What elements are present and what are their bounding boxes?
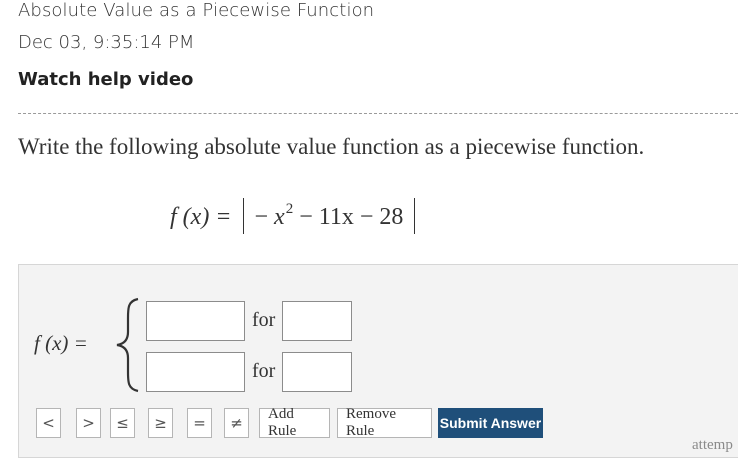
abs-x: x — [274, 204, 285, 230]
page-title: Absolute Value as a Piecewise Function — [18, 0, 375, 21]
abs-rest: − 11x − 28 — [299, 204, 404, 230]
abs-minus: − — [254, 204, 269, 230]
piece-1-condition-input[interactable] — [282, 301, 352, 341]
remove-rule-button[interactable]: Remove Rule — [337, 406, 432, 439]
function-display: f (x) = − x2 − 11x − 28 — [170, 198, 420, 234]
piece-1-expression-input[interactable] — [146, 301, 245, 341]
piece-2-for-label: for — [252, 360, 276, 382]
timestamp: Dec 03, 9:35:14 PM — [18, 32, 195, 53]
attempt-text: attemp — [692, 437, 733, 453]
piece-2-expression-input[interactable] — [146, 352, 245, 392]
answer-lhs-text: f (x) = — [34, 331, 88, 355]
abs-bar-right — [414, 198, 416, 234]
less-equal-button[interactable]: ≤ — [110, 408, 135, 438]
piece-1-for-label: for — [252, 309, 276, 331]
piece-2-condition-input[interactable] — [282, 352, 352, 392]
watch-help-video-link[interactable]: Watch help video — [18, 69, 193, 90]
left-brace-icon — [116, 297, 139, 393]
answer-lhs: f (x) = — [34, 331, 88, 356]
greater-equal-button[interactable]: ≥ — [148, 408, 173, 438]
divider — [18, 113, 738, 114]
equals-button[interactable]: = — [187, 408, 212, 438]
abs-exponent: 2 — [285, 201, 294, 217]
less-than-button[interactable]: < — [36, 408, 61, 438]
function-lhs: f (x) = — [170, 204, 232, 230]
greater-than-button[interactable]: > — [76, 408, 101, 438]
add-rule-button[interactable]: Add Rule — [259, 406, 330, 439]
abs-bar-left — [242, 198, 244, 234]
question-instruction: Write the following absolute value funct… — [18, 134, 645, 159]
not-equal-button[interactable]: ≠ — [224, 408, 249, 438]
submit-answer-button[interactable]: Submit Answer — [438, 408, 543, 438]
